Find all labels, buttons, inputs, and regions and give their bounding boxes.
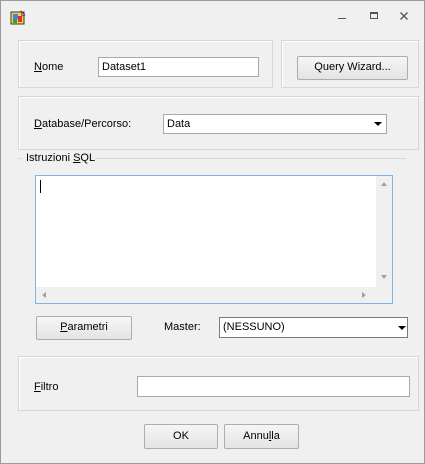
parameters-button[interactable]: Parametri xyxy=(36,316,132,340)
master-select-value: (NESSUNO) xyxy=(223,321,285,333)
scroll-up-icon[interactable] xyxy=(381,182,387,186)
database-select-value: Data xyxy=(167,118,191,130)
horizontal-scrollbar[interactable] xyxy=(36,287,376,303)
filter-label: Filtro xyxy=(34,381,59,393)
filter-input[interactable] xyxy=(137,376,410,397)
app-icon xyxy=(10,10,26,25)
name-label: Nome xyxy=(34,61,64,73)
chevron-down-icon xyxy=(374,122,382,126)
scroll-right-icon[interactable] xyxy=(362,292,366,298)
text-caret xyxy=(40,180,41,193)
database-label: Database/Percorso: xyxy=(34,118,132,130)
query-wizard-panel: Query Wizard... xyxy=(281,40,419,88)
database-panel: Database/Percorso: Data xyxy=(18,96,419,150)
query-wizard-button[interactable]: Query Wizard... xyxy=(297,56,408,80)
minimize-icon[interactable] xyxy=(334,10,350,24)
master-select[interactable]: (NESSUNO) xyxy=(219,317,408,338)
vertical-scrollbar[interactable] xyxy=(376,176,392,287)
name-panel: Nome Dataset1 xyxy=(18,40,273,88)
dialog-window: Nome Dataset1 Query Wizard... Database/P… xyxy=(0,0,425,464)
sql-group-line-left xyxy=(18,158,23,159)
title-bar xyxy=(1,1,424,32)
name-input[interactable]: Dataset1 xyxy=(98,57,259,77)
chevron-down-icon xyxy=(398,326,406,330)
scrollbar-corner xyxy=(376,287,392,303)
database-select[interactable]: Data xyxy=(163,114,387,134)
scroll-left-icon[interactable] xyxy=(42,292,46,298)
sql-group-line-right xyxy=(95,158,406,159)
cancel-button[interactable]: Annulla xyxy=(224,424,299,449)
scroll-down-icon[interactable] xyxy=(381,275,387,279)
ok-button[interactable]: OK xyxy=(144,424,218,449)
sql-group-label: Istruzioni SQL xyxy=(26,152,96,164)
close-icon[interactable] xyxy=(396,10,412,24)
filter-panel: Filtro xyxy=(18,356,419,411)
sql-textarea[interactable] xyxy=(35,175,393,304)
master-label: Master: xyxy=(164,321,201,333)
maximize-icon[interactable] xyxy=(366,10,382,24)
